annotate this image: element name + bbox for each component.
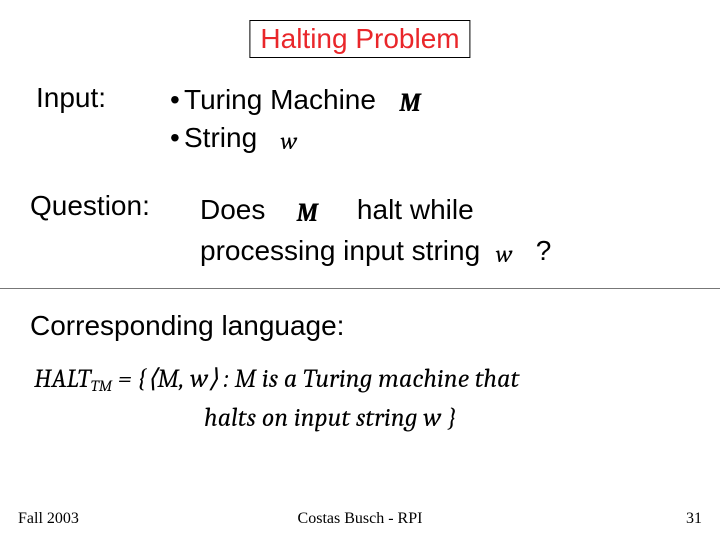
horizontal-divider [0, 288, 720, 289]
slide: Halting Problem Input: •Turing Machine M… [0, 0, 720, 540]
footer-center: Costas Busch - RPI [298, 510, 423, 528]
pair-close: ⟩ [208, 364, 218, 394]
q-halt-while: halt while [357, 194, 474, 225]
formula-line-1: HALTTM = {⟨M, w⟩ : M is a Turing machine… [34, 360, 519, 399]
pair-comma: , [179, 364, 190, 394]
question-line-1: Does M halt while [200, 190, 700, 231]
slide-title: Halting Problem [260, 23, 459, 54]
formula-eq: = { [112, 364, 147, 394]
q-var-M: M [297, 198, 319, 228]
pair-M: M [157, 364, 179, 394]
corresponding-language-label: Corresponding language: [30, 310, 344, 342]
bullet-dot-2: • [170, 120, 184, 155]
q-var-w: w [496, 240, 513, 268]
question-label: Question: [30, 190, 150, 222]
pair-open: ⟨ [147, 364, 157, 394]
title-box: Halting Problem [249, 20, 470, 58]
variable-M: M [399, 88, 421, 118]
lhs-subscript: TM [91, 377, 112, 395]
formula-line1-tail: M is a Turing machine that [234, 364, 519, 394]
q-question-mark: ? [536, 235, 552, 266]
input-bullets: •Turing Machine M •String w [170, 82, 421, 156]
q-does: Does [200, 194, 265, 225]
question-line-2: processing input string w ? [200, 231, 700, 272]
bullet-1-text: Turing Machine [184, 84, 376, 115]
bullet-turing-machine: •Turing Machine M [170, 82, 421, 120]
footer-left: Fall 2003 [18, 510, 79, 528]
variable-w: w [281, 127, 298, 155]
bullet-2-text: String [184, 122, 257, 153]
formula-colon: : [218, 364, 234, 394]
question-body: Does M halt while processing input strin… [200, 190, 700, 272]
bullet-dot-1: • [170, 82, 184, 117]
input-label: Input: [36, 82, 106, 114]
halt-tm-formula: HALTTM = {⟨M, w⟩ : M is a Turing machine… [34, 360, 519, 438]
q-processing: processing input string [200, 235, 480, 266]
lhs-name: HALT [34, 364, 91, 394]
footer-page-number: 31 [686, 510, 702, 528]
bullet-string: •String w [170, 120, 421, 156]
formula-line-2: halts on input string w } [204, 399, 519, 438]
pair-w: w [190, 364, 208, 394]
